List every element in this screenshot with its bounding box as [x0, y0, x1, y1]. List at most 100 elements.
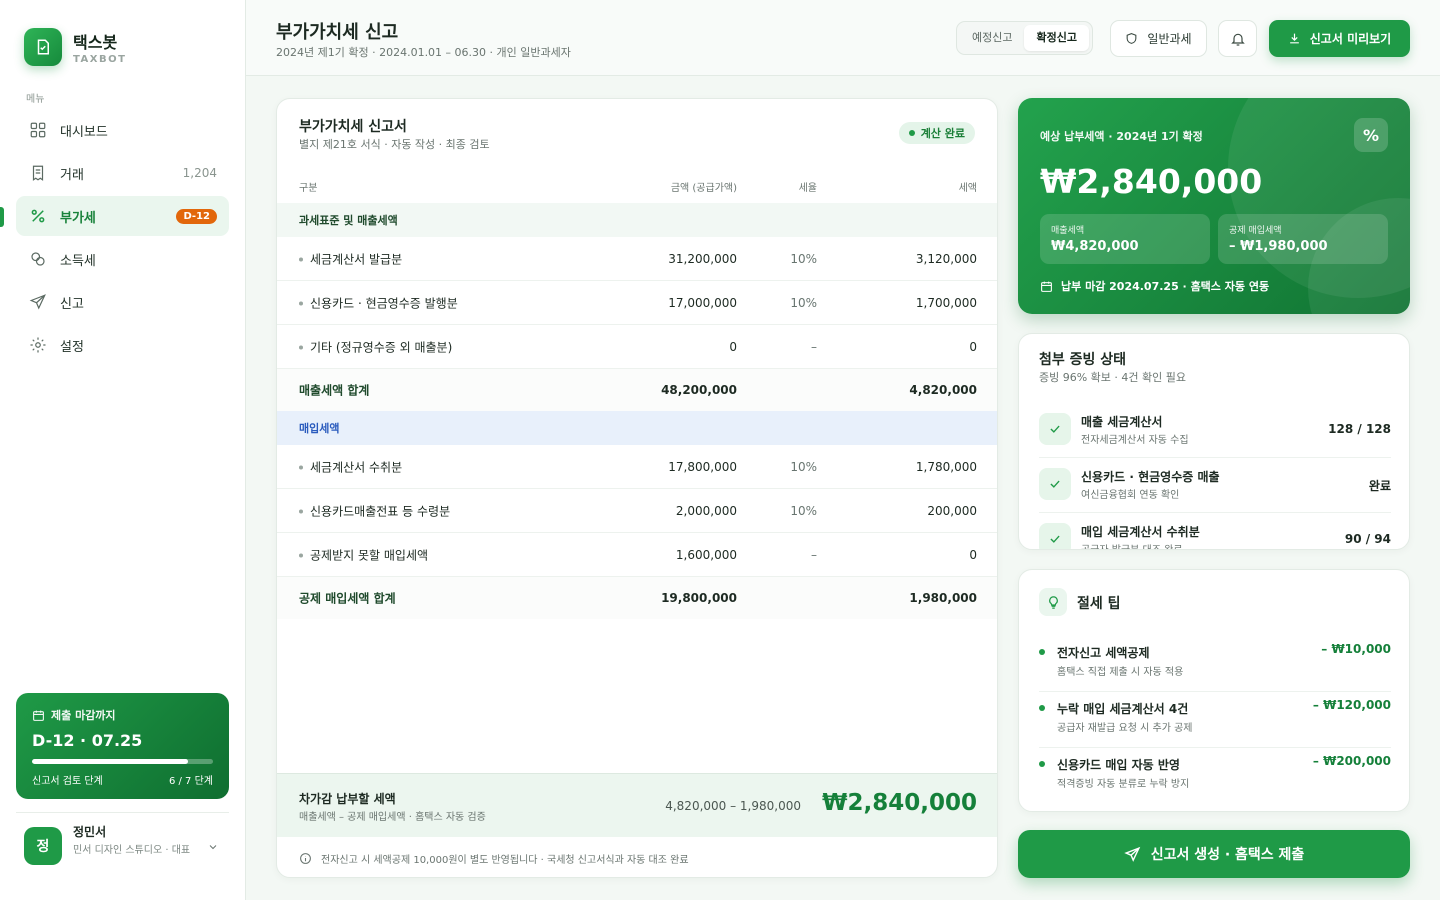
col-amount: 금액 (공급가액) [670, 183, 737, 194]
tips-title: 절세 팁 [1077, 596, 1121, 612]
table-row[interactable]: 세금계산서 수취분 17,800,000 10% 1,780,000 [277, 445, 997, 489]
net-tax-sub: 매출세액 – 공제 매입세액 · 홈택스 자동 검증 [299, 812, 486, 823]
tip-value: – ₩120,000 [1312, 698, 1391, 712]
percent-icon: % [1354, 118, 1388, 152]
receipt-icon [28, 163, 48, 183]
deadline-stage: 신고서 검토 단계 [32, 776, 103, 787]
table-row[interactable]: 세금계산서 발급분 31,200,000 10% 3,120,000 [277, 237, 997, 281]
list-item[interactable]: 매출 세금계산서 전자세금계산서 자동 수집 128 / 128 [1039, 403, 1391, 458]
tip-name: 누락 매입 세금계산서 4건 [1057, 702, 1189, 716]
sidebar-menu: 대시보드 거래 1,204 부가세 D-12 소득세 신고 설정 [16, 110, 229, 368]
table-row[interactable]: 공제받지 못할 매입세액 1,600,000 – 0 [277, 533, 997, 577]
deadline-progress [32, 759, 213, 764]
document-icon [24, 28, 62, 66]
due-text: 납부 마감 2024.07.25 · 홈택스 자동 연동 [1061, 280, 1270, 293]
attachment-status-card: 첨부 증빙 상태 증빙 96% 확보 · 4건 확인 필요 매출 세금계산서 전… [1018, 333, 1410, 550]
table-row[interactable]: 신용카드 · 현금영수증 발행분 17,000,000 10% 1,700,00… [277, 281, 997, 325]
menu-title: 메뉴 [26, 94, 45, 105]
item-desc: 공급자 발급분 대조 완료 [1081, 541, 1183, 549]
tip-value: – ₩200,000 [1312, 754, 1391, 768]
row-amount: 17,000,000 [668, 295, 737, 310]
page-subtitle: 2024년 제1기 확정 · 2024.01.01 – 06.30 · 개인 일… [276, 46, 571, 59]
note-text: 전자신고 시 세액공제 10,000원이 별도 반영됩니다 · 국세청 신고서식… [321, 855, 689, 866]
check-icon [1039, 523, 1071, 549]
sidebar-item-settings[interactable]: 설정 [16, 325, 229, 365]
table-row[interactable]: 신용카드매출전표 등 수령분 2,000,000 10% 200,000 [277, 489, 997, 533]
list-item[interactable]: 신용카드 매입 자동 반영 적격증빙 자동 분류로 누락 방지 – ₩200,0… [1039, 748, 1391, 804]
gear-icon [28, 335, 48, 355]
row-tax: 0 [969, 339, 977, 354]
status-text: 계산 완료 [920, 127, 965, 140]
sidebar-item-label: 거래 [60, 167, 84, 183]
form-title: 부가가치세 신고서 [299, 119, 407, 135]
sales-tax-box: 매출세액 ₩4,820,000 [1040, 214, 1210, 264]
submit-button[interactable]: 신고서 생성 · 홈택스 제출 [1018, 830, 1410, 878]
deadline-date: D-12 · 07.25 [32, 731, 143, 750]
row-rate: – [811, 339, 817, 354]
item-desc: 여신금융협회 연동 확인 [1081, 490, 1180, 501]
sidebar-item-dashboard[interactable]: 대시보드 [16, 110, 229, 150]
sidebar-item-transactions[interactable]: 거래 1,204 [16, 153, 229, 193]
row-name: 공제받지 못할 매입세액 [299, 546, 428, 563]
item-value: 완료 [1368, 479, 1391, 493]
transaction-count: 1,204 [182, 166, 217, 180]
sidebar-item-vat[interactable]: 부가세 D-12 [16, 196, 229, 236]
deadline-stage-count: 6 / 7 단계 [168, 776, 213, 787]
user-profile[interactable]: 정 정민서 민서 디자인 스튜디오 · 대표 [16, 812, 229, 865]
deadline-label: 제출 마감까지 [51, 709, 116, 722]
calendar-icon [1041, 281, 1052, 292]
bell-icon [1230, 33, 1245, 46]
brand-sub: TAXBOT [73, 54, 127, 65]
estimated-tax-card: 예상 납부세액 · 2024년 1기 확정 % ₩2,840,000 매출세액 … [1018, 98, 1410, 314]
seg-preliminary[interactable]: 예정신고 [960, 25, 1024, 51]
tip-dot [1039, 649, 1045, 655]
row-amount: 19,800,000 [661, 591, 737, 605]
send-icon [1123, 846, 1140, 862]
net-tax-value: ₩2,840,000 [822, 790, 977, 816]
row-amount: 31,200,000 [668, 251, 737, 266]
sidebar-item-label: 대시보드 [60, 124, 108, 140]
deadline-badge: D-12 [176, 208, 217, 224]
filing-type-toggle: 예정신고 확정신고 [956, 21, 1093, 55]
row-rate: 10% [790, 503, 817, 518]
row-name: 세금계산서 수취분 [299, 458, 402, 475]
sidebar-item-income-tax[interactable]: 소득세 [16, 239, 229, 279]
attach-subtitle: 증빙 96% 확보 · 4건 확인 필요 [1039, 371, 1187, 384]
deadline-progress-fill [32, 759, 188, 764]
info-icon [300, 853, 311, 864]
section-purchase: 매입세액 [277, 411, 997, 445]
user-name: 정민서 [73, 825, 107, 839]
deadline-card[interactable]: 제출 마감까지 D-12 · 07.25 신고서 검토 단계 6 / 7 단계 [16, 693, 229, 799]
taxpayer-type-button[interactable]: 일반과세 [1110, 20, 1207, 57]
sidebar-item-label: 소득세 [60, 253, 96, 269]
section-label: 과세표준 및 매출세액 [299, 214, 398, 227]
lightbulb-icon [1039, 588, 1067, 616]
notification-button[interactable] [1218, 20, 1257, 57]
vat-form-card: 부가가치세 신고서 별지 제21호 서식 · 자동 작성 · 최종 검토 계산 … [276, 98, 998, 878]
preview-label: 신고서 미리보기 [1309, 32, 1392, 46]
sidebar-item-filing[interactable]: 신고 [16, 282, 229, 322]
logo[interactable]: 택스봇 TAXBOT [24, 28, 126, 66]
list-item[interactable]: 누락 매입 세금계산서 4건 공급자 재발급 요청 시 추가 공제 – ₩120… [1039, 692, 1391, 748]
table-row[interactable]: 기타 (정규영수증 외 매출분) 0 – 0 [277, 325, 997, 369]
row-tax: 1,780,000 [915, 459, 977, 474]
seg-final[interactable]: 확정신고 [1024, 25, 1089, 51]
tip-desc: 홈택스 직접 제출 시 자동 적용 [1057, 667, 1184, 678]
net-tax-footer: 차가감 납부할 세액 매출세액 – 공제 매입세액 · 홈택스 자동 검증 4,… [277, 773, 997, 837]
sales-total-row: 매출세액 합계 48,200,000 4,820,000 [277, 369, 997, 411]
sidebar-item-label: 설정 [60, 339, 84, 355]
chevron-down-icon[interactable] [207, 841, 219, 857]
list-item[interactable]: 전자신고 세액공제 홈택스 직접 제출 시 자동 적용 – ₩10,000 [1039, 636, 1391, 692]
list-item[interactable]: 신용카드 · 현금영수증 매출 여신금융협회 연동 확인 완료 [1039, 458, 1391, 513]
row-tax: 200,000 [927, 503, 977, 518]
net-tax-formula: 4,820,000 – 1,980,000 [665, 799, 801, 813]
row-name: 매출세액 합계 [299, 383, 370, 398]
preview-button[interactable]: 신고서 미리보기 [1269, 20, 1410, 57]
row-rate: 10% [790, 459, 817, 474]
item-value: 90 / 94 [1344, 532, 1391, 546]
row-tax: 0 [969, 547, 977, 562]
tip-name: 전자신고 세액공제 [1057, 646, 1150, 660]
list-item[interactable]: 매입 세금계산서 수취분 공급자 발급분 대조 완료 90 / 94 [1039, 513, 1391, 549]
col-rate: 세율 [798, 183, 817, 194]
tip-name: 신용카드 매입 자동 반영 [1057, 758, 1180, 772]
